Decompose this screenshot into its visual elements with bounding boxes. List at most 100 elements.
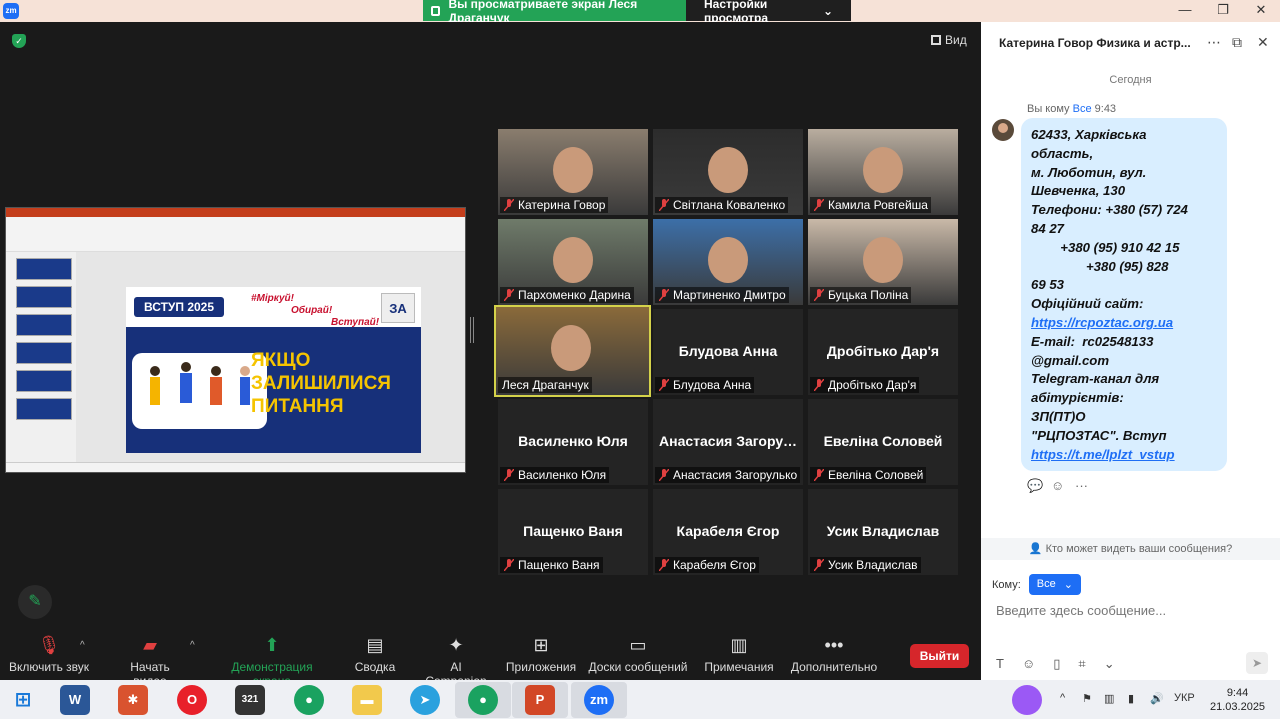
telegram-icon[interactable]: ➤: [410, 685, 440, 715]
message-more-icon[interactable]: ···: [1075, 478, 1088, 493]
network-icon[interactable]: ▥: [1104, 692, 1114, 705]
powerpoint-icon[interactable]: P: [525, 685, 555, 715]
splitter-handle[interactable]: [470, 317, 474, 343]
tray-chevron-icon[interactable]: ^: [1060, 692, 1065, 704]
flag-icon[interactable]: ⚑: [1082, 692, 1092, 705]
slide-thumbnail: [16, 342, 72, 364]
file-attach-icon[interactable]: ▯: [1053, 656, 1060, 672]
chat-input[interactable]: Введите здесь сообщение...: [996, 603, 1166, 618]
zoom-window: zm Вы просматриваете экран Леся Драганчу…: [0, 0, 1280, 719]
tools-chevron-icon[interactable]: ⌄: [1104, 656, 1115, 672]
meta-time: 9:43: [1094, 103, 1117, 115]
language-indicator[interactable]: УКР: [1174, 692, 1195, 704]
participant-tile[interactable]: Усик Владислав Усик Владислав: [808, 489, 958, 575]
leave-button[interactable]: Выйти: [910, 644, 969, 668]
participant-name-large: Анастасия Загорулько: [659, 433, 803, 449]
participant-name-large: Блудова Анна: [678, 343, 778, 359]
zoom-taskbar-icon[interactable]: zm: [584, 685, 614, 715]
reply-icon[interactable]: 💬: [1027, 478, 1043, 494]
volume-icon[interactable]: 🔊: [1150, 692, 1164, 705]
view-button[interactable]: Вид: [931, 33, 967, 47]
emoji-react-icon[interactable]: ☺: [1051, 478, 1064, 493]
maximize-button[interactable]: ❐: [1204, 0, 1242, 22]
chrome-icon-2[interactable]: ●: [468, 685, 498, 715]
close-button[interactable]: ✕: [1242, 0, 1280, 22]
participant-tile[interactable]: Анастасия Загорулько Анастасия Загорулько: [653, 399, 803, 485]
screen-share-icon: [431, 5, 441, 16]
participant-tile[interactable]: Евеліна Соловей Евеліна Соловей: [808, 399, 958, 485]
participant-name-label: Евеліна Соловей: [810, 467, 927, 483]
minimize-button[interactable]: —: [1166, 0, 1204, 22]
chat-message-bubble: 62433, Харківська область, м. Люботин, вул…: [1021, 118, 1227, 471]
who-can-see-bar[interactable]: 👤 Кто может видеть ваши сообщения?: [981, 538, 1280, 560]
format-text-icon[interactable]: T: [996, 656, 1004, 672]
apps-icon: ⊞: [533, 635, 549, 655]
unmute-button[interactable]: 🎙 Включить звук: [8, 634, 90, 674]
participant-tile[interactable]: Василенко Юля Василенко Юля: [498, 399, 648, 485]
message-line: абітурієнтів:: [1031, 390, 1124, 406]
apps-label: Приложения: [505, 660, 577, 674]
view-settings-label: Настройки просмотра: [704, 0, 769, 25]
participant-tile[interactable]: Карабеля Єгор Карабеля Єгор: [653, 489, 803, 575]
participant-tile[interactable]: Буцька Поліна: [808, 219, 958, 305]
message-boards-button[interactable]: ▭ Доски сообщений: [588, 634, 688, 674]
mic-muted-icon: [658, 288, 670, 302]
more-dots-icon: •••: [824, 635, 844, 655]
battery-icon[interactable]: ▮: [1128, 692, 1134, 705]
participant-tile[interactable]: Камила Ровгейша: [808, 129, 958, 215]
emoji-icon[interactable]: ☺: [1022, 656, 1035, 672]
participant-tile[interactable]: Катерина Говор: [498, 129, 648, 215]
participant-name: Катерина Говор: [518, 198, 606, 212]
audio-options-caret[interactable]: ^: [80, 640, 85, 651]
participant-face: [708, 147, 748, 193]
app-icon[interactable]: ✱: [118, 685, 148, 715]
word-icon[interactable]: W: [60, 685, 90, 715]
message-link[interactable]: https://t.me/lplzt_vstup: [1031, 446, 1217, 465]
powerpoint-status-bar: [6, 462, 465, 472]
shared-screen[interactable]: ВСТУП 2025 #Міркуй! Обирай! Вступай! ЗА: [5, 207, 466, 473]
participant-tile[interactable]: Леся Драганчук: [494, 305, 651, 397]
participant-tile[interactable]: Пархоменко Дарина: [498, 219, 648, 305]
message-meta: Вы кому Все 9:43: [1027, 103, 1116, 115]
message-link[interactable]: https://rcpoztac.org.ua: [1031, 314, 1217, 333]
participant-tile[interactable]: Пащенко Ваня Пащенко Ваня: [498, 489, 648, 575]
file-explorer-icon[interactable]: ▬: [352, 685, 382, 715]
summary-button[interactable]: ▤ Сводка: [352, 634, 398, 674]
send-button[interactable]: ➤: [1246, 652, 1268, 674]
assistant-icon[interactable]: [1012, 685, 1042, 715]
slide-thumbnail: [16, 286, 72, 308]
system-clock[interactable]: 9:44 21.03.2025: [1210, 686, 1265, 714]
people-illustration: [150, 362, 250, 405]
chrome-icon[interactable]: ●: [294, 685, 324, 715]
opera-icon[interactable]: O: [177, 685, 207, 715]
view-settings-button[interactable]: Настройки просмотра ⌄: [686, 0, 851, 25]
more-button[interactable]: ••• Дополнительно: [790, 634, 878, 674]
participant-name-label: Усик Владислав: [810, 557, 921, 573]
participant-tile[interactable]: Світлана Коваленко: [653, 129, 803, 215]
participant-tile[interactable]: Дробітько Дар'я Дробітько Дар'я: [808, 309, 958, 395]
screenshot-icon[interactable]: ⌗: [1078, 656, 1085, 672]
participant-tile[interactable]: Блудова Анна Блудова Анна: [653, 309, 803, 395]
participant-face: [551, 325, 591, 371]
slide-thumbnail: [16, 398, 72, 420]
security-shield-icon[interactable]: ✓: [12, 34, 26, 48]
recipient-select[interactable]: Все ⌄: [1028, 574, 1081, 595]
slide-slogan-2: Обирай!: [291, 305, 333, 316]
chat-tools: T ☺ ▯ ⌗ ⌄: [996, 656, 1115, 672]
mic-muted-icon: [813, 288, 825, 302]
annotate-pen-icon[interactable]: ✎: [18, 585, 52, 619]
notes-button[interactable]: ▥ Примечания: [704, 634, 774, 674]
windows-start-icon[interactable]: ⊞: [8, 685, 38, 715]
share-status-text: Вы просматриваете экран Леся Драганчук: [448, 0, 638, 25]
apps-button[interactable]: ⊞ Приложения: [505, 634, 577, 674]
slide-line-3: ПИТАННЯ: [251, 396, 344, 417]
participant-tile[interactable]: Мартиненко Дмитро: [653, 219, 803, 305]
media-player-icon[interactable]: 321: [235, 685, 265, 715]
more-options-icon[interactable]: ⋯: [1207, 34, 1221, 51]
participant-name: Василенко Юля: [518, 468, 607, 482]
grid-view-icon: [931, 35, 941, 45]
chat-title[interactable]: Катерина Говор Физика и астр...: [999, 36, 1194, 50]
close-chat-icon[interactable]: ✕: [1257, 34, 1269, 51]
video-options-caret[interactable]: ^: [190, 640, 195, 651]
pop-out-icon[interactable]: ⧉: [1232, 34, 1242, 51]
